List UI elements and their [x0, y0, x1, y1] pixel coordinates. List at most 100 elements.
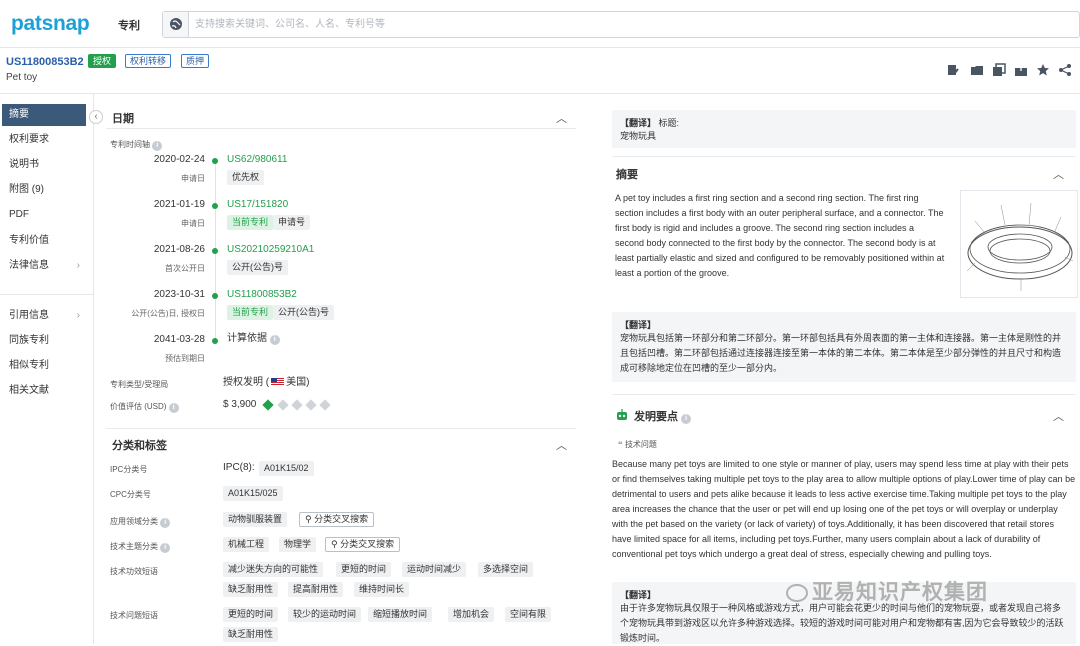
info-icon: i: [160, 543, 171, 553]
patent-number: US11800853B2: [6, 56, 84, 68]
chevron-up-icon[interactable]: ︿: [1053, 408, 1064, 424]
star-icon[interactable]: [1036, 63, 1050, 77]
diamond-icon: [262, 399, 274, 411]
problem-chip[interactable]: 缩短播放时间: [368, 607, 433, 622]
info-icon: i: [269, 335, 280, 345]
patsnap-logo[interactable]: patsnap: [11, 12, 90, 36]
chip: 公开(公告)号: [227, 260, 288, 275]
timeline-date: 2020-02-24: [153, 154, 205, 165]
search-icon: ⚲: [305, 514, 312, 524]
timeline-date: 2021-08-26: [153, 244, 205, 255]
info-icon: i: [168, 403, 179, 413]
quote-icon: ❝: [618, 440, 623, 449]
sidebar-item-legal[interactable]: 法律信息 ›: [2, 255, 86, 277]
cpc-chip[interactable]: A01K15/025: [223, 486, 283, 501]
tech-problem-label: ❝ 技术问题: [618, 440, 657, 449]
topic-chip[interactable]: 机械工程: [223, 537, 270, 552]
search-box[interactable]: [162, 11, 1080, 38]
sidebar-item-similar[interactable]: 相似专利: [2, 355, 86, 377]
section-title-classification: 分类和标签: [112, 440, 167, 452]
effect-chip[interactable]: 更短的时间: [336, 562, 392, 577]
effect-chip[interactable]: 缺乏耐用性: [223, 582, 279, 597]
folder-icon[interactable]: [970, 63, 984, 77]
timeline-number[interactable]: US11800853B2: [227, 289, 297, 300]
sidebar-item-abstract[interactable]: 摘要: [2, 104, 86, 126]
search-input[interactable]: [195, 13, 795, 36]
chevron-up-icon[interactable]: ︿: [1053, 166, 1064, 182]
effect-chip[interactable]: 维持时间长: [354, 582, 410, 597]
chevron-right-icon: ›: [76, 260, 80, 271]
effect-chip[interactable]: 减少迷失方向的可能性: [223, 562, 324, 577]
timeline-type: 申请日: [181, 219, 205, 228]
left-panel: 日期 ︿ 专利时间轴 i 2020-02-24 US62/980611 申请日 …: [96, 94, 586, 644]
patent-title: Pet toy: [6, 72, 38, 83]
sidebar-item-label: 同族专利: [9, 335, 49, 346]
edit-icon[interactable]: [946, 63, 960, 77]
ipc-prefix: IPC(8):: [223, 462, 255, 473]
wechat-icon: [786, 584, 808, 603]
chevron-up-icon[interactable]: ︿: [556, 437, 567, 453]
timeline-number[interactable]: US62/980611: [227, 154, 287, 165]
sidebar-item-pdf[interactable]: PDF: [2, 204, 86, 226]
sidebar-item-label: 引用信息: [9, 310, 49, 321]
sidebar-item-label: PDF: [9, 209, 29, 220]
diamond-icon: [291, 399, 303, 411]
divider: [106, 428, 576, 429]
timeline-number[interactable]: US17/151820: [227, 199, 288, 210]
sidebar-item-label: 相似专利: [9, 360, 49, 371]
timeline-number[interactable]: US20210259210A1: [227, 244, 314, 255]
status-badge-transfer[interactable]: 权利转移: [125, 54, 172, 68]
problem-chip[interactable]: 增加机会: [448, 607, 495, 622]
value-amount: $ 3,900: [223, 399, 257, 410]
topic-chip[interactable]: 物理学: [279, 537, 317, 552]
chip: 当前专利: [227, 305, 274, 320]
application-chip[interactable]: 动物驯服装置: [223, 512, 288, 527]
sidebar-item-literature[interactable]: 相关文献: [2, 380, 86, 402]
effect-chip[interactable]: 提高耐用性: [288, 582, 344, 597]
collapse-sidebar-button[interactable]: ‹: [89, 110, 103, 124]
status-badge-pledge[interactable]: 质押: [181, 54, 210, 68]
timeline-type: 公开(公告)日, 授权日: [131, 309, 205, 318]
sidebar-item-drawings[interactable]: 附图 (9): [2, 179, 86, 201]
globe-icon[interactable]: [163, 12, 189, 37]
sidebar-item-label: 权利要求: [9, 134, 49, 145]
timeline-type: 首次公开日: [165, 264, 205, 273]
copy-icon[interactable]: [992, 63, 1006, 77]
share-icon[interactable]: [1058, 63, 1072, 77]
cross-search-button[interactable]: ⚲ 分类交叉搜索: [299, 512, 375, 527]
effect-chip[interactable]: 运动时间减少: [402, 562, 467, 577]
problem-chip[interactable]: 更短的时间: [223, 607, 279, 622]
info-icon: i: [681, 414, 692, 424]
chevron-right-icon: ›: [76, 310, 80, 321]
problem-chip[interactable]: 空间有限: [505, 607, 552, 622]
timeline-type: 预估到期日: [165, 354, 205, 363]
robot-icon: [616, 408, 628, 420]
effect-label: 技术功效短语: [110, 567, 158, 576]
problem-chip[interactable]: 较少的运动时间: [288, 607, 362, 622]
status-badge-granted[interactable]: 授权: [88, 54, 117, 68]
cpc-label: CPC分类号: [110, 490, 151, 499]
diamond-icon: [305, 399, 317, 411]
ipc-chip[interactable]: A01K15/02: [259, 461, 314, 476]
sidebar-item-family[interactable]: 同族专利: [2, 330, 86, 352]
problem-label: 技术问题短语: [110, 611, 158, 620]
translation-label: 【翻译】 标题:: [620, 118, 680, 128]
timeline-dot: [212, 293, 218, 299]
module-label[interactable]: 专利: [118, 17, 140, 33]
problem-chip[interactable]: 缺乏耐用性: [223, 627, 279, 642]
export-icon[interactable]: [1014, 63, 1028, 77]
title-translation-box: 【翻译】 标题: 宠物玩具: [612, 110, 1076, 148]
sidebar-item-value[interactable]: 专利价值: [2, 230, 86, 252]
chevron-up-icon[interactable]: ︿: [556, 110, 567, 126]
info-icon: i: [152, 141, 163, 151]
cross-search-button[interactable]: ⚲ 分类交叉搜索: [325, 537, 401, 552]
sidebar-item-description[interactable]: 说明书: [2, 154, 86, 176]
chip: 公开(公告)号: [273, 305, 334, 320]
us-flag-icon: [271, 378, 285, 387]
patent-drawing[interactable]: [960, 190, 1078, 298]
diamond-icon: [277, 399, 289, 411]
effect-chip[interactable]: 多选择空间: [478, 562, 534, 577]
sidebar-item-citations[interactable]: 引用信息 ›: [2, 305, 86, 327]
sidebar-item-claims[interactable]: 权利要求: [2, 129, 86, 151]
chip: 申请号: [273, 215, 311, 230]
